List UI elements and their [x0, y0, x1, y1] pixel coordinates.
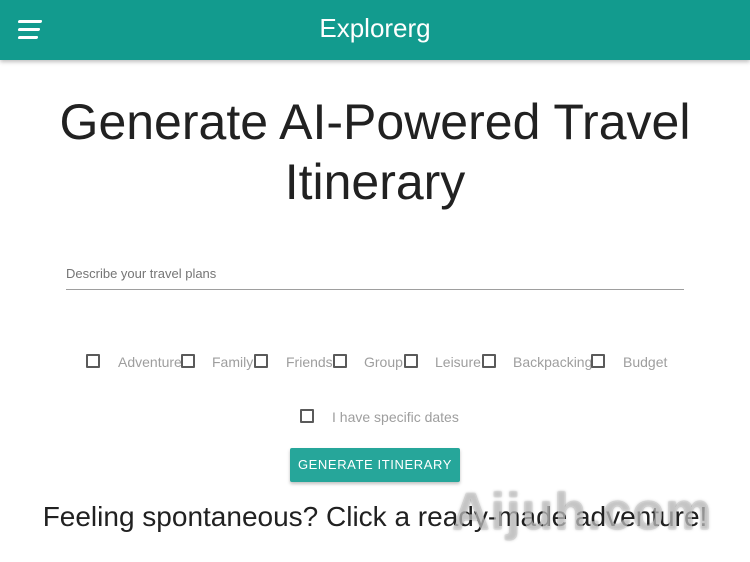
checkbox-label-friends: Friends — [286, 354, 333, 370]
checkbox-label-group: Group — [364, 354, 403, 370]
generate-itinerary-button[interactable]: GENERATE ITINERARY — [290, 448, 460, 482]
checkbox-budget[interactable] — [591, 354, 605, 368]
checkbox-label-backpacking: Backpacking — [513, 354, 593, 370]
checkbox-specific-dates[interactable] — [300, 409, 314, 423]
checkbox-label-leisure: Leisure — [435, 354, 481, 370]
app-title: Explorerg — [319, 13, 431, 43]
checkbox-label-budget: Budget — [623, 354, 668, 370]
travel-plans-input[interactable] — [66, 258, 684, 290]
checkbox-label-specific-dates: I have specific dates — [332, 409, 459, 425]
checkbox-group[interactable] — [333, 354, 347, 368]
checkbox-label-family: Family — [212, 354, 254, 370]
checkbox-family[interactable] — [181, 354, 195, 368]
top-app-bar: Explorerg — [0, 0, 750, 60]
checkbox-leisure[interactable] — [404, 354, 418, 368]
spontaneous-prompt: Feeling spontaneous? Click a ready-made … — [42, 501, 708, 532]
checkbox-adventure[interactable] — [86, 354, 100, 368]
checkbox-label-adventure: Adventure — [118, 354, 182, 370]
checkbox-friends[interactable] — [254, 354, 268, 368]
checkbox-backpacking[interactable] — [482, 354, 496, 368]
page-title: Generate AI-Powered Travel Itinerary — [59, 94, 691, 210]
